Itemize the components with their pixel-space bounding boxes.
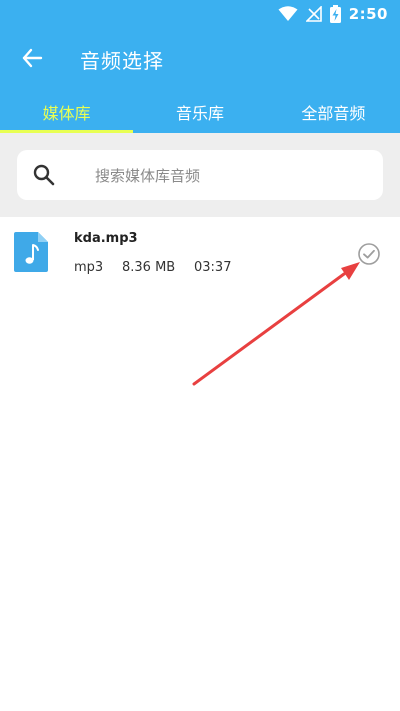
status-time: 2:50 [348,5,388,23]
tab-media-library[interactable]: 媒体库 [0,92,133,133]
search-input[interactable]: 搜索媒体库音频 [17,150,383,200]
audio-file-icon [14,232,48,272]
file-type: mp3 [74,260,104,275]
arrow-left-icon [22,48,43,68]
select-check-icon[interactable] [357,242,381,266]
file-name: kda.mp3 [74,231,138,246]
file-size: 8.36 MB [122,260,176,275]
no-signal-icon [305,6,322,22]
tab-bar: 媒体库 音乐库 全部音频 [0,92,400,133]
search-icon [33,164,55,186]
file-duration: 03:37 [194,260,232,275]
list-item[interactable]: kda.mp3 mp3 8.36 MB 03:37 [0,218,400,290]
toolbar: 音频选择 [0,30,400,86]
search-placeholder: 搜索媒体库音频 [95,167,201,185]
page-title: 音频选择 [80,49,164,73]
status-bar: 2:50 [0,0,400,28]
tab-music-library[interactable]: 音乐库 [133,92,266,133]
app-bar: 2:50 音频选择 媒体库 音乐库 全部音频 [0,0,400,133]
search-area: 搜索媒体库音频 [0,133,400,217]
back-button[interactable] [14,40,50,76]
tab-all-audio[interactable]: 全部音频 [267,92,400,133]
file-meta: mp3 8.36 MB 03:37 [74,260,231,275]
battery-charging-icon [329,5,341,23]
wifi-icon [278,6,298,21]
